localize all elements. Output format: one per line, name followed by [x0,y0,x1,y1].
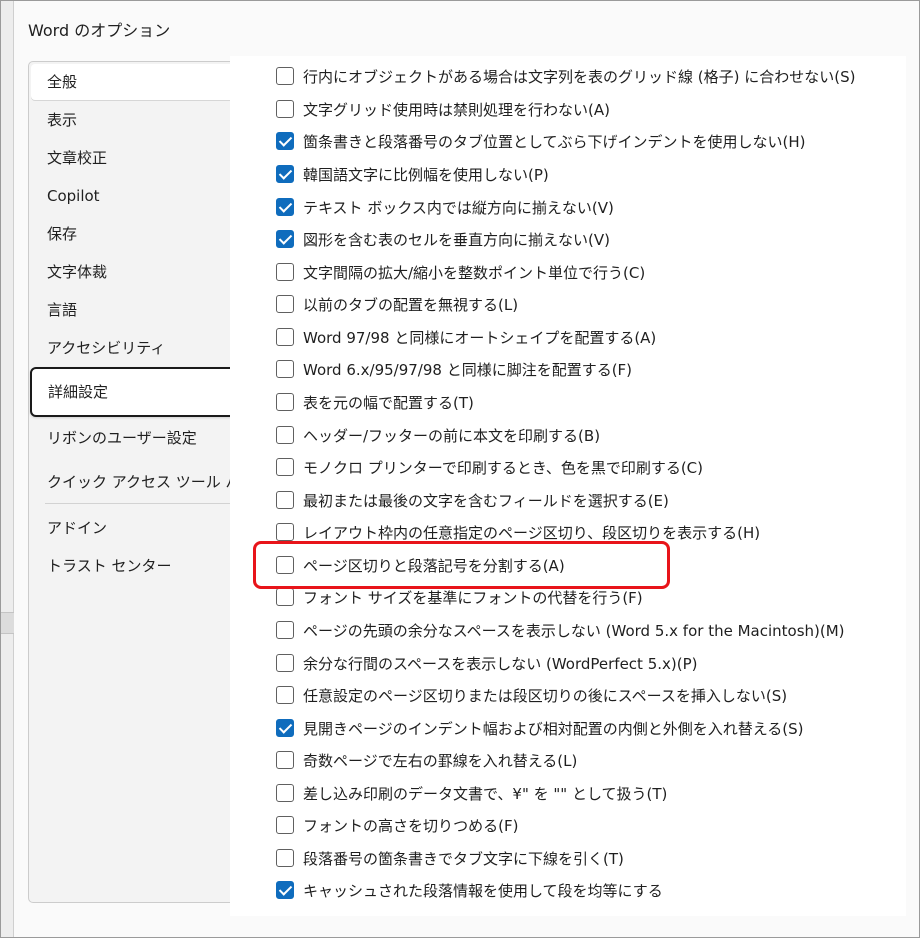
screenshot-border [0,0,920,938]
